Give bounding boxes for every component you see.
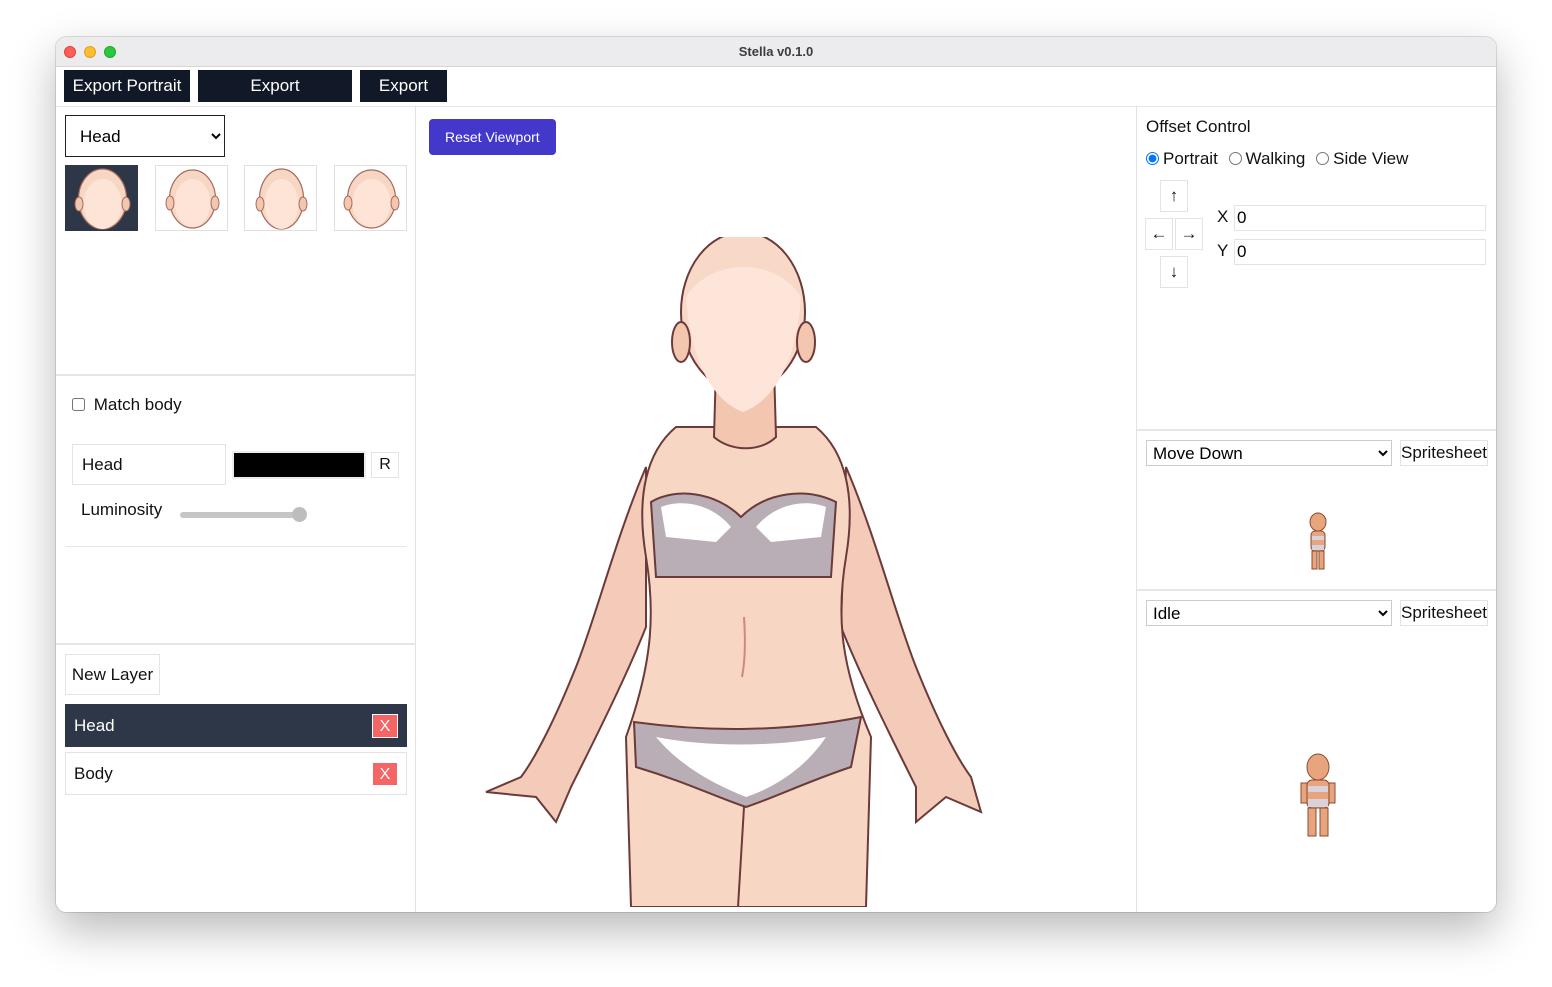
- divider: [56, 643, 416, 645]
- divider: [1137, 429, 1496, 431]
- title-bar: Stella v0.1.0: [56, 37, 1496, 67]
- bald-head-icon: [255, 168, 308, 230]
- reset-viewport-button[interactable]: Reset Viewport: [429, 119, 556, 155]
- y-offset-input[interactable]: [1234, 239, 1486, 265]
- export-spritesheet-button[interactable]: Export Spritesheet: [198, 70, 352, 127]
- layer-row-body[interactable]: Body X: [65, 752, 407, 795]
- radio-portrait-input[interactable]: [1146, 152, 1159, 165]
- offset-left-button[interactable]: ←: [1145, 218, 1173, 250]
- right-panel: Offset Control Portrait Walking Side Vie…: [1136, 107, 1496, 912]
- luminosity-slider[interactable]: [180, 512, 304, 518]
- divider: [1137, 589, 1496, 591]
- color-picker[interactable]: [232, 451, 366, 479]
- divider: [65, 546, 407, 547]
- radio-walking-label: Walking: [1245, 149, 1306, 168]
- offset-up-button[interactable]: ↑: [1160, 180, 1188, 212]
- walking-sprite-preview: [1309, 512, 1327, 570]
- viewport-panel[interactable]: Reset Viewport: [416, 107, 1136, 912]
- match-body-label: Match body: [93, 395, 182, 414]
- export-portrait-button[interactable]: Export Portrait: [64, 70, 190, 102]
- head-thumbnail-4[interactable]: [334, 165, 407, 231]
- idle-sprite-preview: [1300, 753, 1336, 837]
- color-part-label: Head: [72, 444, 226, 485]
- match-body-row: Match body: [72, 395, 182, 415]
- head-thumbnail-2[interactable]: [155, 165, 228, 231]
- x-label: X: [1217, 207, 1229, 226]
- bald-head-icon: [165, 169, 220, 229]
- left-panel: Head Match body Head R Luminosity New La…: [56, 107, 416, 912]
- luminosity-label: Luminosity: [81, 500, 163, 519]
- view-radio-group: Portrait Walking Side View: [1146, 149, 1414, 169]
- bald-head-icon: [74, 168, 131, 230]
- app-window: Stella v0.1.0 Export Portrait Export Spr…: [56, 37, 1496, 912]
- remove-layer-button[interactable]: X: [372, 714, 398, 738]
- part-select[interactable]: Head: [65, 115, 225, 157]
- head-thumbnail-3[interactable]: [244, 165, 317, 231]
- head-thumbnail-1[interactable]: [65, 165, 138, 231]
- window-title: Stella v0.1.0: [738, 44, 814, 59]
- radio-portrait-label: Portrait: [1163, 149, 1218, 168]
- layer-row-head[interactable]: Head X: [65, 704, 407, 747]
- spritesheet-button-2[interactable]: Spritesheet: [1400, 600, 1488, 626]
- x-offset-input[interactable]: [1234, 205, 1486, 231]
- radio-walking[interactable]: Walking: [1228, 149, 1306, 168]
- divider: [56, 374, 416, 376]
- remove-layer-button[interactable]: X: [372, 762, 398, 786]
- radio-side-view[interactable]: Side View: [1316, 149, 1408, 168]
- toolbar: Export Portrait Export Spritesheet Expor…: [56, 67, 1496, 127]
- match-body-checkbox[interactable]: [72, 398, 85, 411]
- radio-walking-input[interactable]: [1228, 152, 1242, 165]
- layer-label: Body: [74, 764, 113, 783]
- minimize-window-button[interactable]: [84, 46, 96, 58]
- export-all-button[interactable]: Export All: [360, 70, 447, 127]
- radio-side-view-label: Side View: [1333, 149, 1409, 168]
- layer-label: Head: [74, 716, 115, 735]
- animation-select-1[interactable]: Move Down: [1146, 440, 1392, 466]
- character-portrait: [485, 237, 983, 907]
- new-layer-button[interactable]: New Layer: [65, 654, 160, 695]
- spritesheet-button-1[interactable]: Spritesheet: [1400, 440, 1488, 466]
- maximize-window-button[interactable]: [104, 46, 116, 58]
- radio-side-view-input[interactable]: [1316, 152, 1330, 165]
- luminosity-slider-handle[interactable]: [292, 507, 307, 522]
- y-label: Y: [1217, 241, 1229, 260]
- bald-head-icon: [343, 169, 400, 229]
- offset-down-button[interactable]: ↓: [1160, 256, 1188, 288]
- offset-right-button[interactable]: →: [1175, 218, 1203, 250]
- close-window-button[interactable]: [64, 46, 76, 58]
- color-reset-button[interactable]: R: [371, 452, 399, 478]
- offset-control-title: Offset Control: [1146, 117, 1251, 136]
- animation-select-2[interactable]: Idle: [1146, 600, 1392, 626]
- radio-portrait[interactable]: Portrait: [1146, 149, 1218, 168]
